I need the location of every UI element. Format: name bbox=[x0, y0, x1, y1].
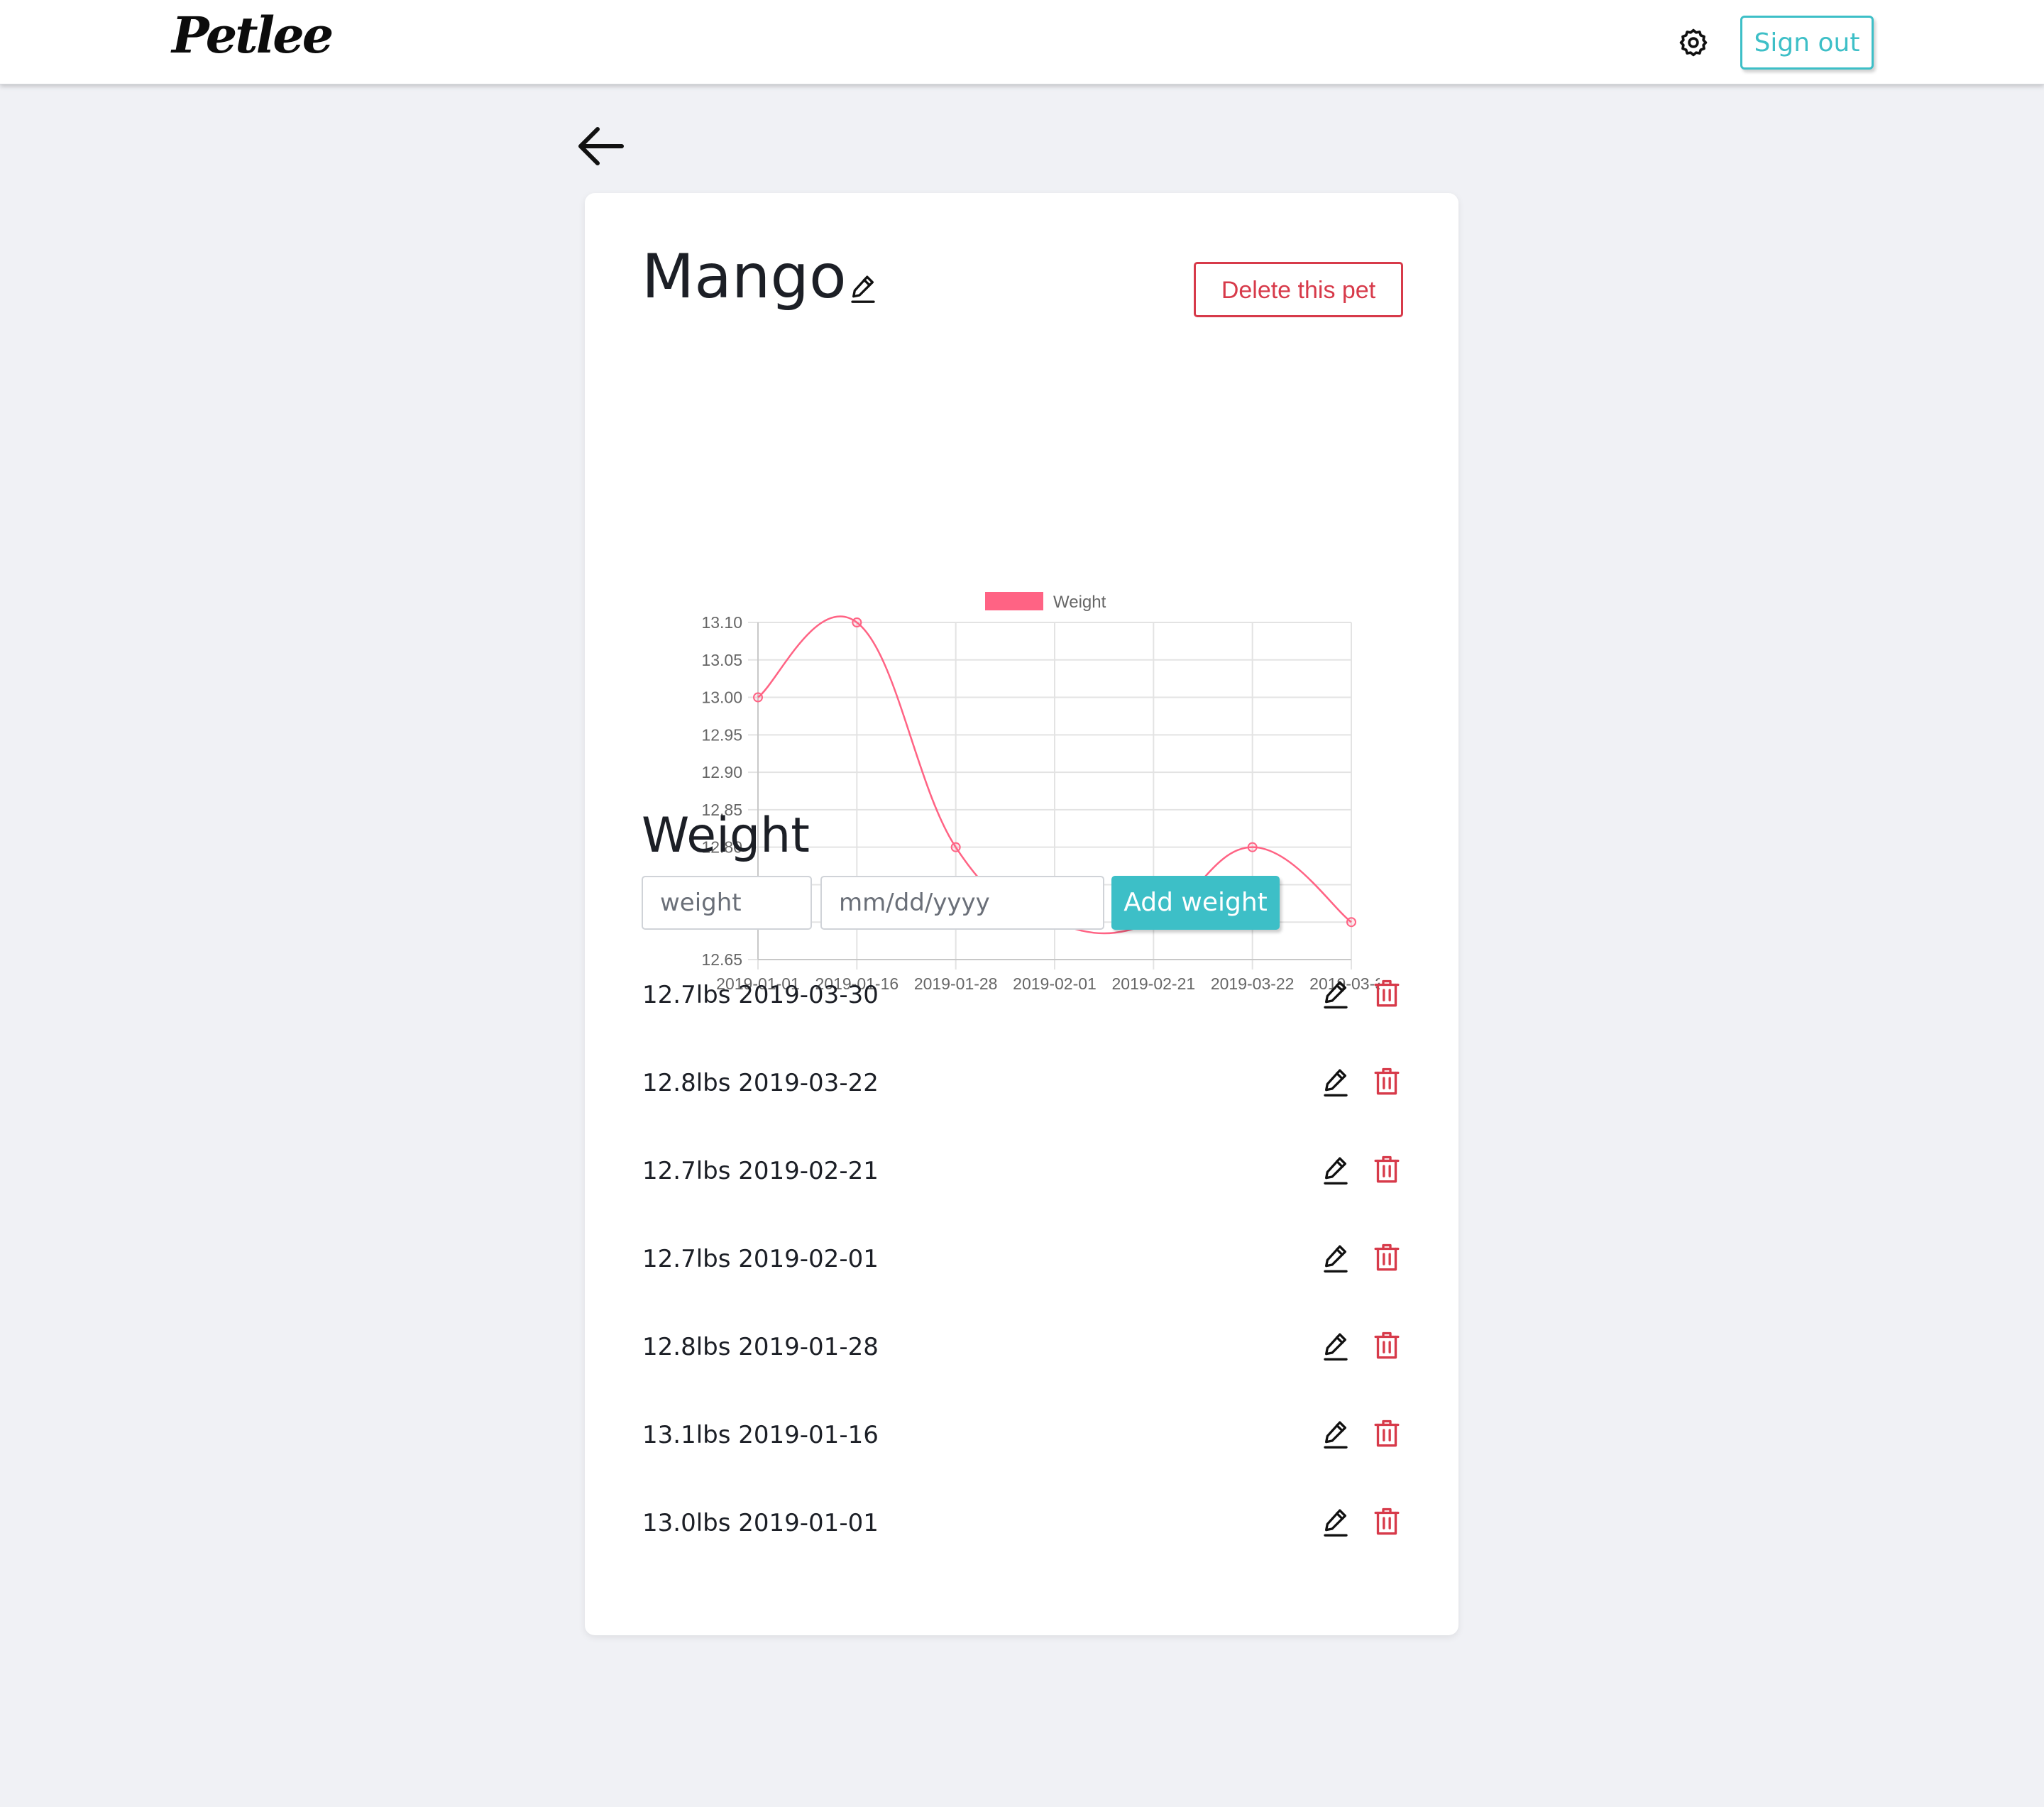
weight-entry: 12.7lbs 2019-02-01 bbox=[585, 1216, 1458, 1305]
pencil-icon[interactable] bbox=[1322, 1154, 1350, 1185]
pencil-icon[interactable] bbox=[1322, 978, 1350, 1009]
pencil-icon[interactable] bbox=[1322, 1506, 1350, 1537]
app-logo[interactable]: Petlee bbox=[172, 6, 334, 65]
chart-data-point bbox=[950, 842, 961, 852]
trash-icon[interactable] bbox=[1373, 1506, 1401, 1537]
trash-icon[interactable] bbox=[1373, 1330, 1401, 1361]
weight-entry: 12.8lbs 2019-03-22 bbox=[585, 1040, 1458, 1128]
weight-entry: 12.8lbs 2019-01-28 bbox=[585, 1305, 1458, 1393]
weight-entry: 12.7lbs 2019-02-21 bbox=[585, 1128, 1458, 1216]
gear-icon[interactable] bbox=[1678, 27, 1709, 58]
weight-entry-text: 12.7lbs 2019-02-01 bbox=[642, 1245, 879, 1273]
chart-legend-swatch bbox=[985, 592, 1043, 610]
chart-data-point bbox=[1346, 917, 1356, 928]
sign-out-button[interactable]: Sign out bbox=[1740, 16, 1874, 70]
weight-entry-text: 13.1lbs 2019-01-16 bbox=[642, 1421, 879, 1449]
chart-data-point bbox=[1247, 842, 1258, 852]
delete-pet-button[interactable]: Delete this pet bbox=[1194, 262, 1403, 317]
weight-entry-text: 12.7lbs 2019-02-21 bbox=[642, 1157, 879, 1185]
trash-icon[interactable] bbox=[1373, 1154, 1401, 1185]
trash-icon[interactable] bbox=[1373, 978, 1401, 1009]
weight-entry: 13.1lbs 2019-01-16 bbox=[585, 1393, 1458, 1481]
arrow-left-icon[interactable] bbox=[576, 123, 626, 169]
weight-entry: 13.0lbs 2019-01-01 bbox=[585, 1481, 1458, 1569]
chart-y-tick-label: 12.95 bbox=[701, 725, 742, 744]
weight-entry-text: 13.0lbs 2019-01-01 bbox=[642, 1509, 879, 1537]
weight-entry-text: 12.8lbs 2019-03-22 bbox=[642, 1069, 879, 1097]
chart-data-point bbox=[852, 617, 862, 627]
pencil-icon[interactable] bbox=[1322, 1330, 1350, 1361]
chart-data-point bbox=[753, 692, 763, 703]
weight-entry-text: 12.8lbs 2019-01-28 bbox=[642, 1333, 879, 1361]
chart-y-tick-label: 13.00 bbox=[701, 688, 742, 707]
chart-y-tick-label: 12.90 bbox=[701, 763, 742, 781]
weight-input[interactable] bbox=[642, 876, 812, 930]
chart-legend-label: Weight bbox=[1053, 593, 1106, 612]
chart-y-tick-label: 13.10 bbox=[701, 613, 742, 632]
top-navbar: Petlee Sign out bbox=[0, 0, 2044, 84]
pencil-icon[interactable] bbox=[1322, 1418, 1350, 1449]
trash-icon[interactable] bbox=[1373, 1418, 1401, 1449]
date-input[interactable] bbox=[820, 876, 1104, 930]
trash-icon[interactable] bbox=[1373, 1242, 1401, 1273]
pencil-icon[interactable] bbox=[849, 273, 877, 304]
chart-y-tick-label: 13.05 bbox=[701, 651, 742, 669]
pet-name: Mango bbox=[642, 241, 847, 312]
pencil-icon[interactable] bbox=[1322, 1242, 1350, 1273]
weight-section-title: Weight bbox=[642, 808, 810, 864]
add-weight-button[interactable]: Add weight bbox=[1111, 876, 1280, 930]
pencil-icon[interactable] bbox=[1322, 1066, 1350, 1097]
weight-entry: 12.7lbs 2019-03-30 bbox=[585, 952, 1458, 1040]
pet-detail-card: Mango Delete this pet 13.10 13.05 13.00 12.… bbox=[585, 193, 1458, 1635]
trash-icon[interactable] bbox=[1373, 1066, 1401, 1097]
weight-entry-text: 12.7lbs 2019-03-30 bbox=[642, 981, 879, 1009]
